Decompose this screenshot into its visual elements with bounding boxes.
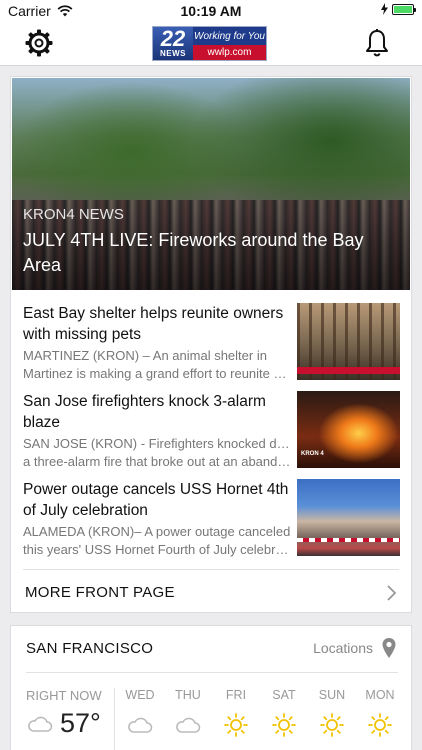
gear-icon[interactable] <box>24 28 54 58</box>
article-summary: ALAMEDA (KRON)– A power outage canceled … <box>23 523 291 559</box>
forecast-day-label: FRI <box>225 688 247 702</box>
more-front-page-link[interactable]: MORE FRONT PAGE <box>23 569 399 613</box>
forecast-day[interactable]: SUN <box>312 688 352 738</box>
article-item[interactable]: Power outage cancels USS Hornet 4th of J… <box>23 479 411 557</box>
article-summary: SAN JOSE (KRON) - Firefighters knocked d… <box>23 435 291 471</box>
logo-number: 22 <box>160 26 186 51</box>
forecast-day-label: WED <box>125 688 155 702</box>
right-now-label: RIGHT NOW <box>26 688 102 703</box>
logo-news: NEWS <box>160 49 186 58</box>
forecast-day[interactable]: SAT <box>264 688 304 738</box>
article-title: San Jose firefighters knock 3-alarm blaz… <box>23 393 266 431</box>
hero-source: KRON4 NEWS <box>23 206 124 223</box>
logo-number-block: 22 NEWS <box>153 27 193 60</box>
weather-separator <box>114 688 115 750</box>
battery-icon <box>392 3 416 15</box>
forecast-day[interactable]: MON <box>360 688 400 738</box>
locations-button[interactable]: Locations <box>313 640 373 656</box>
hero-title: JULY 4TH LIVE: Fireworks around the Bay … <box>23 230 364 275</box>
nav-bar: 22 NEWS Working for You wwlp.com <box>0 22 422 66</box>
sun-icon <box>320 713 344 737</box>
cloud-icon <box>28 716 53 732</box>
forecast-day[interactable]: FRI <box>216 688 256 738</box>
location-pin-icon[interactable] <box>381 637 397 659</box>
forecast-day[interactable]: WED <box>120 688 160 738</box>
chevron-right-icon <box>387 585 397 601</box>
article-title: Power outage cancels USS Hornet 4th of J… <box>23 481 289 519</box>
article-summary-line: this years' USS Hornet Fourth of July ce… <box>23 542 291 557</box>
article-title: East Bay shelter helps reunite owners wi… <box>23 305 284 343</box>
article-summary-line: a three-alarm fire that broke out at an … <box>23 454 291 469</box>
battery-fill <box>394 5 412 13</box>
cloud-icon <box>128 717 153 733</box>
article-summary-line: ALAMEDA (KRON)– A power outage canceled <box>23 524 291 539</box>
forecast-day-label: THU <box>175 688 201 702</box>
hero-story[interactable]: KRON4 NEWS JULY 4TH LIVE: Fireworks arou… <box>12 78 410 290</box>
forecast-day-label: SUN <box>318 688 346 702</box>
weather-divider <box>26 672 398 673</box>
current-temperature: 57° <box>60 708 101 738</box>
sun-icon <box>224 713 248 737</box>
article-item[interactable]: East Bay shelter helps reunite owners wi… <box>23 303 411 381</box>
sun-icon <box>272 713 296 737</box>
weather-card: SAN FRANCISCO Locations RIGHT NOW 57° WE… <box>10 625 412 750</box>
status-right <box>381 3 416 15</box>
weather-city: SAN FRANCISCO <box>26 640 154 657</box>
article-summary: MARTINEZ (KRON) – An animal shelter in M… <box>23 347 291 383</box>
article-thumbnail <box>297 303 400 380</box>
forecast-day-label: MON <box>365 688 395 702</box>
article-item[interactable]: San Jose firefighters knock 3-alarm blaz… <box>23 391 411 469</box>
status-time: 10:19 AM <box>180 3 242 19</box>
article-thumbnail <box>297 479 400 556</box>
sun-icon <box>368 713 392 737</box>
thumbnail-station-tag: KRON 4 <box>301 451 324 457</box>
more-front-page-label: MORE FRONT PAGE <box>25 584 175 601</box>
logo-tagline: Working for You <box>194 30 265 42</box>
article-summary-line: MARTINEZ (KRON) – An animal shelter in <box>23 348 267 363</box>
logo-text-block: Working for You wwlp.com <box>193 27 266 60</box>
charging-bolt-icon <box>381 3 388 15</box>
logo-url: wwlp.com <box>193 45 266 60</box>
cloud-icon <box>176 717 201 733</box>
article-thumbnail: KRON 4 <box>297 391 400 468</box>
bell-icon[interactable] <box>364 28 390 58</box>
front-page-card: KRON4 NEWS JULY 4TH LIVE: Fireworks arou… <box>10 76 412 613</box>
forecast-day[interactable]: THU <box>168 688 208 738</box>
forecast-day-label: SAT <box>272 688 296 702</box>
station-logo: 22 NEWS Working for You wwlp.com <box>152 26 267 61</box>
article-summary-line: Martinez is making a grand effort to reu… <box>23 366 291 381</box>
status-bar: Carrier 10:19 AM <box>0 0 422 22</box>
article-summary-line: SAN JOSE (KRON) - Firefighters knocked d… <box>23 436 291 451</box>
